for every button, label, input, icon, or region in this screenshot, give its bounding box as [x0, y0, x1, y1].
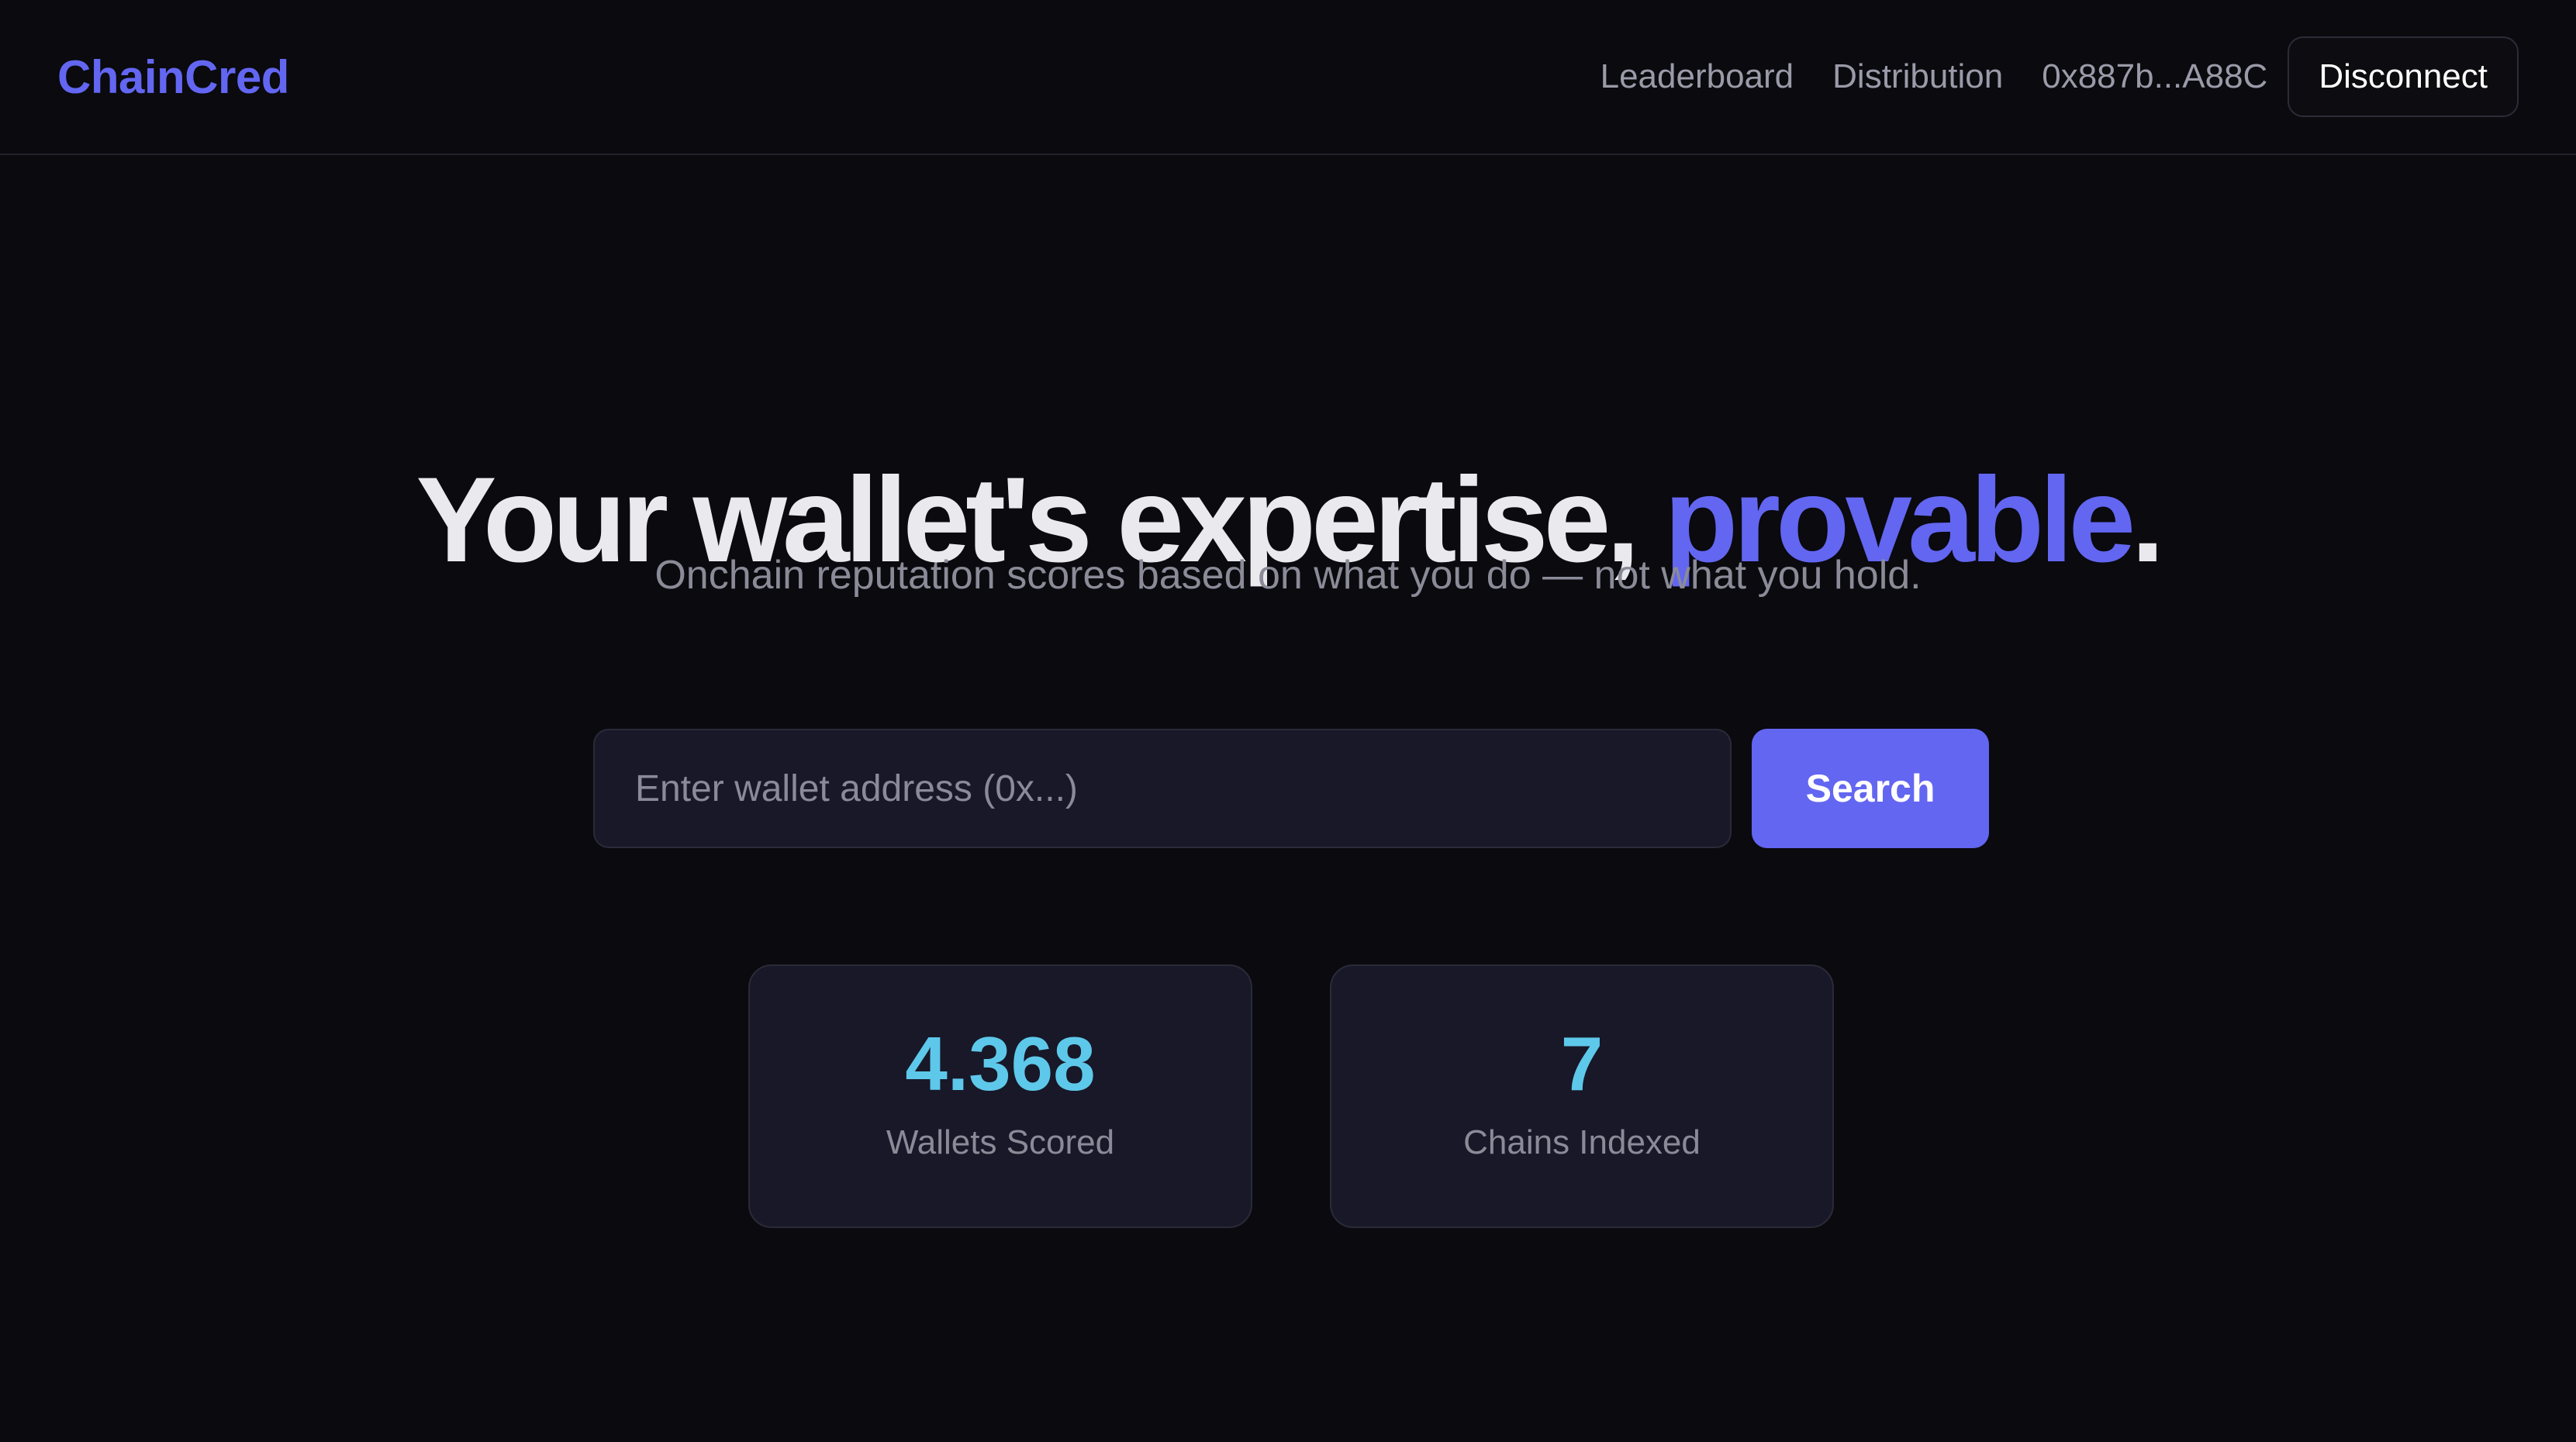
stat-value: 4.368 [905, 1021, 1096, 1106]
brand-logo[interactable]: ChainCred [57, 50, 289, 104]
nav-link-distribution[interactable]: Distribution [1832, 57, 2003, 96]
top-navbar: ChainCred Leaderboard Distribution 0x887… [0, 0, 2576, 155]
nav-menu: Leaderboard Distribution 0x887b...A88C D… [1601, 36, 2519, 117]
stat-value: 7 [1560, 1021, 1604, 1106]
disconnect-button[interactable]: Disconnect [2288, 36, 2519, 117]
search-button[interactable]: Search [1752, 729, 1989, 848]
stat-card-chains-indexed: 7 Chains Indexed [1330, 964, 1834, 1228]
stats-section: 4.368 Wallets Scored 7 Chains Indexed [748, 964, 1834, 1228]
stat-card-wallets-scored: 4.368 Wallets Scored [748, 964, 1252, 1228]
hero-subtitle: Onchain reputation scores based on what … [654, 553, 1922, 598]
nav-link-leaderboard[interactable]: Leaderboard [1601, 57, 1794, 96]
wallet-search-form: Search [593, 729, 1989, 848]
stat-label: Chains Indexed [1463, 1123, 1701, 1161]
wallet-address-input[interactable] [593, 729, 1732, 848]
stat-label: Wallets Scored [886, 1123, 1115, 1161]
connected-wallet-address: 0x887b...A88C [2042, 57, 2268, 95]
